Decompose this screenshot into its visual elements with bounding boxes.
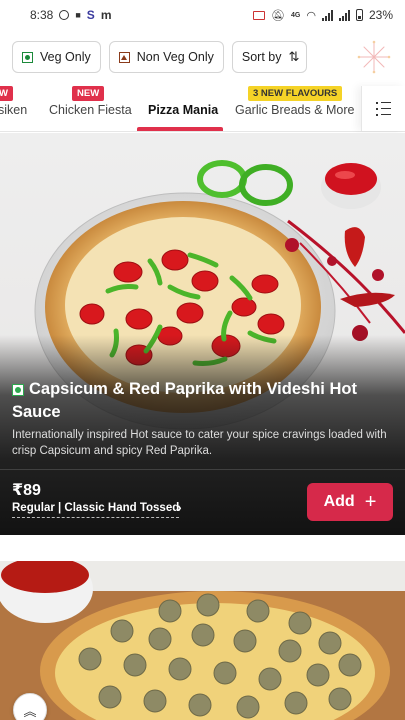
sort-by-button[interactable]: Sort by ⇅ xyxy=(231,41,308,73)
size-crust-selector[interactable]: Regular | Classic Hand Tossed xyxy=(12,502,180,518)
product-name: Capsicum & Red Paprika with Videshi Hot … xyxy=(12,380,357,421)
veg-icon xyxy=(22,51,33,63)
add-to-cart-button[interactable]: Add + xyxy=(307,483,393,521)
veg-only-filter[interactable]: Veg Only xyxy=(12,41,101,73)
signal-2-icon xyxy=(338,9,350,21)
mute-icon: 🔕︎ xyxy=(271,9,286,22)
tab-pizza-mania[interactable]: Pizza Mania xyxy=(148,103,218,117)
product-card[interactable] xyxy=(0,561,405,720)
status-time: 8:38 xyxy=(30,8,54,22)
tab-chicken-fiesta[interactable]: Chicken Fiesta xyxy=(49,103,132,117)
category-menu-button[interactable] xyxy=(361,86,405,131)
battery-icon xyxy=(355,9,363,21)
wifi-icon: ◠ xyxy=(306,9,316,22)
pizza-image xyxy=(0,561,405,720)
product-card[interactable]: Capsicum & Red Paprika with Videshi Hot … xyxy=(0,133,405,535)
product-description: Internationally inspired Hot sauce to ca… xyxy=(12,429,387,457)
scroll-to-top-button[interactable]: ︽ xyxy=(13,693,47,720)
non-veg-only-label: Non Veg Only xyxy=(136,50,214,64)
non-veg-only-filter[interactable]: Non Veg Only xyxy=(108,41,224,73)
list-icon-line xyxy=(376,107,391,110)
tab-badge-new-flavours: 3 NEW FLAVOURS xyxy=(248,86,343,101)
filter-bar: Veg Only Non Veg Only Sort by ⇅ xyxy=(12,38,393,76)
network-label: 4G xyxy=(291,11,301,19)
tab-garlic-breads[interactable]: Garlic Breads & More xyxy=(235,103,354,117)
add-button-label: Add xyxy=(323,493,355,510)
product-price: ₹89 xyxy=(12,482,41,499)
category-tabs: W siken NEW Chicken Fiesta Pizza Mania 3… xyxy=(0,86,405,132)
sort-by-label: Sort by xyxy=(241,50,282,64)
double-chevron-up-icon: ︽ xyxy=(23,704,37,719)
video-icon: ■ xyxy=(75,10,81,20)
active-tab-indicator xyxy=(137,127,223,131)
battery-level: 23% xyxy=(368,8,393,22)
chevron-right-icon[interactable]: › xyxy=(177,499,182,515)
sort-icon: ⇅ xyxy=(288,49,299,64)
skype-icon: S xyxy=(86,8,95,22)
veg-indicator-icon xyxy=(12,384,24,396)
status-bar: 8:38 ■ S m 🔕︎ 4G ◠ 23% xyxy=(0,0,405,30)
m-app-icon: m xyxy=(100,8,112,22)
product-title: Capsicum & Red Paprika with Videshi Hot … xyxy=(12,378,382,424)
veg-only-label: Veg Only xyxy=(40,50,91,64)
firework-decoration-icon xyxy=(355,38,393,76)
list-icon xyxy=(376,101,391,104)
tab-badge-new: NEW xyxy=(72,86,105,101)
signal-icon xyxy=(321,9,333,21)
cast-icon xyxy=(253,10,266,20)
tab-chicken[interactable]: siken xyxy=(0,103,27,117)
non-veg-icon xyxy=(118,51,130,63)
plus-icon: + xyxy=(364,491,377,513)
whatsapp-icon xyxy=(59,10,70,20)
card-divider xyxy=(0,469,405,470)
tab-badge-new: W xyxy=(0,86,13,101)
list-icon-line xyxy=(376,113,391,116)
